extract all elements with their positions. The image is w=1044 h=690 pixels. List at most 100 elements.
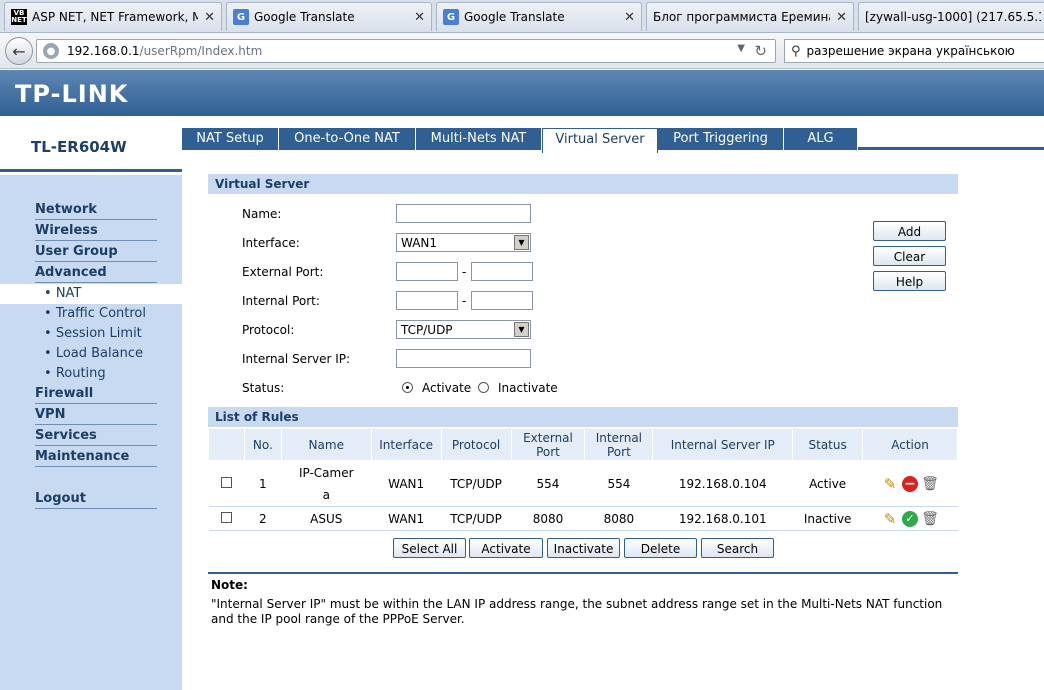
- rule-protocol: TCP/UDP: [441, 460, 512, 507]
- browser-nav-bar: ← ● 192.168.0.1/userRpm/Index.htm ▼ ↻ ⚲ …: [0, 33, 1044, 69]
- external-port-end-input[interactable]: [471, 262, 533, 281]
- clear-button[interactable]: Clear: [873, 246, 946, 266]
- rule-internal-port: 8080: [584, 506, 653, 531]
- protocol-select[interactable]: TCP/UDP ▼: [396, 320, 531, 339]
- sidebar-subitem-label: NAT: [55, 286, 82, 301]
- bullet: •: [44, 326, 52, 341]
- back-arrow-icon[interactable]: ←: [5, 37, 33, 65]
- column-header: Internal Port: [584, 428, 654, 461]
- rule-name: ASUS: [281, 506, 372, 531]
- sidebar-subitem-nat[interactable]: • NAT: [0, 284, 182, 304]
- row-checkbox[interactable]: [220, 476, 232, 488]
- sidebar-item-maintenance[interactable]: Maintenance: [35, 446, 157, 467]
- sidebar-item-services[interactable]: Services: [35, 425, 157, 446]
- browser-search-box[interactable]: ⚲ разрешение экрана українською: [784, 39, 1044, 63]
- protocol-value: TCP/UDP: [401, 323, 453, 337]
- tab-virtual-server[interactable]: Virtual Server: [542, 128, 658, 153]
- interface-label: Interface:: [242, 236, 300, 250]
- rule-protocol: TCP/UDP: [441, 506, 512, 531]
- reload-icon[interactable]: ↻: [754, 42, 767, 60]
- status-activate-radio[interactable]: [402, 382, 413, 393]
- external-port-start-input[interactable]: [396, 262, 458, 281]
- edit-pencil-icon[interactable]: ✎: [882, 475, 898, 493]
- bullet: •: [44, 286, 52, 301]
- tab-alg[interactable]: ALG: [784, 128, 858, 150]
- browser-tab-label: [zywall-usg-1000] (217.65.5.141)...: [865, 10, 1041, 24]
- browser-tab-3[interactable]: G Google Translate ✕: [436, 2, 642, 31]
- tab-one-to-one-nat[interactable]: One-to-One NAT: [279, 128, 416, 150]
- close-icon[interactable]: ✕: [836, 10, 847, 25]
- bullet: •: [44, 346, 52, 361]
- sidebar-item-user-group[interactable]: User Group: [35, 241, 157, 262]
- rule-external-port: 8080: [511, 506, 585, 531]
- browser-tab-label: Google Translate: [254, 10, 355, 24]
- browser-tab-2[interactable]: G Google Translate ✕: [226, 2, 432, 31]
- sidebar-subitem-label: Session Limit: [55, 326, 142, 341]
- activate-button[interactable]: Activate: [469, 538, 543, 558]
- rule-interface: WAN1: [371, 460, 442, 507]
- sidebar-item-vpn[interactable]: VPN: [35, 404, 157, 425]
- sidebar-item-logout[interactable]: Logout: [35, 488, 157, 509]
- sidebar-subitem-load-balance[interactable]: • Load Balance: [44, 346, 143, 361]
- sidebar-subitem-label: Traffic Control: [55, 306, 146, 321]
- tab-nat-setup[interactable]: NAT Setup: [182, 128, 279, 150]
- sidebar-subitem-session-limit[interactable]: • Session Limit: [44, 326, 142, 341]
- rule-interface: WAN1: [371, 506, 442, 531]
- search-button[interactable]: Search: [701, 538, 774, 558]
- table-row: 2 ASUS WAN1 TCP/UDP 8080 8080 192.168.0.…: [208, 506, 958, 531]
- row-checkbox[interactable]: [220, 511, 232, 523]
- sidebar-item-wireless[interactable]: Wireless: [35, 220, 157, 241]
- status-label: Status:: [242, 381, 285, 395]
- browser-tab-5[interactable]: [zywall-usg-1000] (217.65.5.141)...: [858, 2, 1044, 31]
- virtual-server-section-title: Virtual Server: [208, 174, 958, 194]
- rules-section-title: List of Rules: [208, 407, 958, 427]
- close-icon[interactable]: ✕: [204, 10, 215, 25]
- dropdown-arrow-icon[interactable]: ▼: [737, 43, 745, 54]
- inactivate-button[interactable]: Inactivate: [547, 538, 620, 558]
- browser-tab-4[interactable]: Блог программиста Еремина Вяч... ✕: [646, 2, 854, 31]
- sidebar-item-advanced[interactable]: Advanced: [35, 262, 157, 283]
- sidebar-item-network[interactable]: Network: [35, 199, 157, 220]
- rule-internal-port: 554: [584, 460, 653, 507]
- trash-icon[interactable]: 🗑: [921, 476, 939, 492]
- edit-pencil-icon[interactable]: ✎: [882, 510, 898, 528]
- disable-icon[interactable]: −: [902, 475, 919, 492]
- name-label: Name:: [242, 207, 282, 221]
- server-ip-label: Internal Server IP:: [242, 352, 351, 366]
- enable-check-icon[interactable]: ✓: [902, 510, 919, 527]
- model-bar: TL-ER604W: [0, 116, 182, 172]
- add-button[interactable]: Add: [873, 221, 946, 241]
- browser-tab-1[interactable]: VB NET ASP NET, NET Framework, M... ✕: [4, 2, 222, 31]
- url-bar[interactable]: ● 192.168.0.1/userRpm/Index.htm ▼ ↻: [36, 39, 776, 63]
- status-activate-label: Activate: [422, 381, 472, 395]
- browser-tab-bar: VB NET ASP NET, NET Framework, M... ✕ G …: [0, 0, 1044, 33]
- google-translate-favicon-icon: G: [233, 9, 249, 25]
- sidebar-subitem-routing[interactable]: • Routing: [44, 366, 106, 381]
- globe-icon: ●: [43, 43, 59, 59]
- chevron-down-icon[interactable]: ▼: [514, 235, 529, 250]
- internal-port-end-input[interactable]: [471, 291, 533, 310]
- help-button[interactable]: Help: [873, 271, 946, 291]
- delete-button[interactable]: Delete: [624, 538, 697, 558]
- server-ip-input[interactable]: [396, 349, 531, 368]
- name-input[interactable]: [396, 204, 531, 223]
- table-header-row: No. Name Interface Protocol External Por…: [208, 428, 958, 461]
- sidebar-item-firewall[interactable]: Firewall: [35, 383, 157, 404]
- internal-port-start-input[interactable]: [396, 291, 458, 310]
- close-icon[interactable]: ✕: [414, 10, 425, 25]
- sidebar-subitem-traffic-control[interactable]: • Traffic Control: [44, 306, 146, 321]
- status-inactivate-radio[interactable]: [478, 382, 489, 393]
- vbnet-favicon-icon: VB NET: [11, 9, 27, 25]
- port-range-dash: -: [462, 294, 467, 308]
- tab-multi-nets-nat[interactable]: Multi-Nets NAT: [416, 128, 542, 150]
- tp-link-logo: TP-LINK: [15, 80, 129, 108]
- column-header: No.: [243, 428, 282, 461]
- interface-select[interactable]: WAN1 ▼: [396, 233, 531, 252]
- chevron-down-icon[interactable]: ▼: [514, 322, 529, 337]
- tab-port-triggering[interactable]: Port Triggering: [658, 128, 784, 150]
- status-inactivate-label: Inactivate: [498, 381, 558, 395]
- trash-icon[interactable]: 🗑: [921, 511, 939, 527]
- rule-status: Active: [792, 460, 863, 507]
- select-all-button[interactable]: Select All: [393, 538, 466, 558]
- close-icon[interactable]: ✕: [624, 10, 635, 25]
